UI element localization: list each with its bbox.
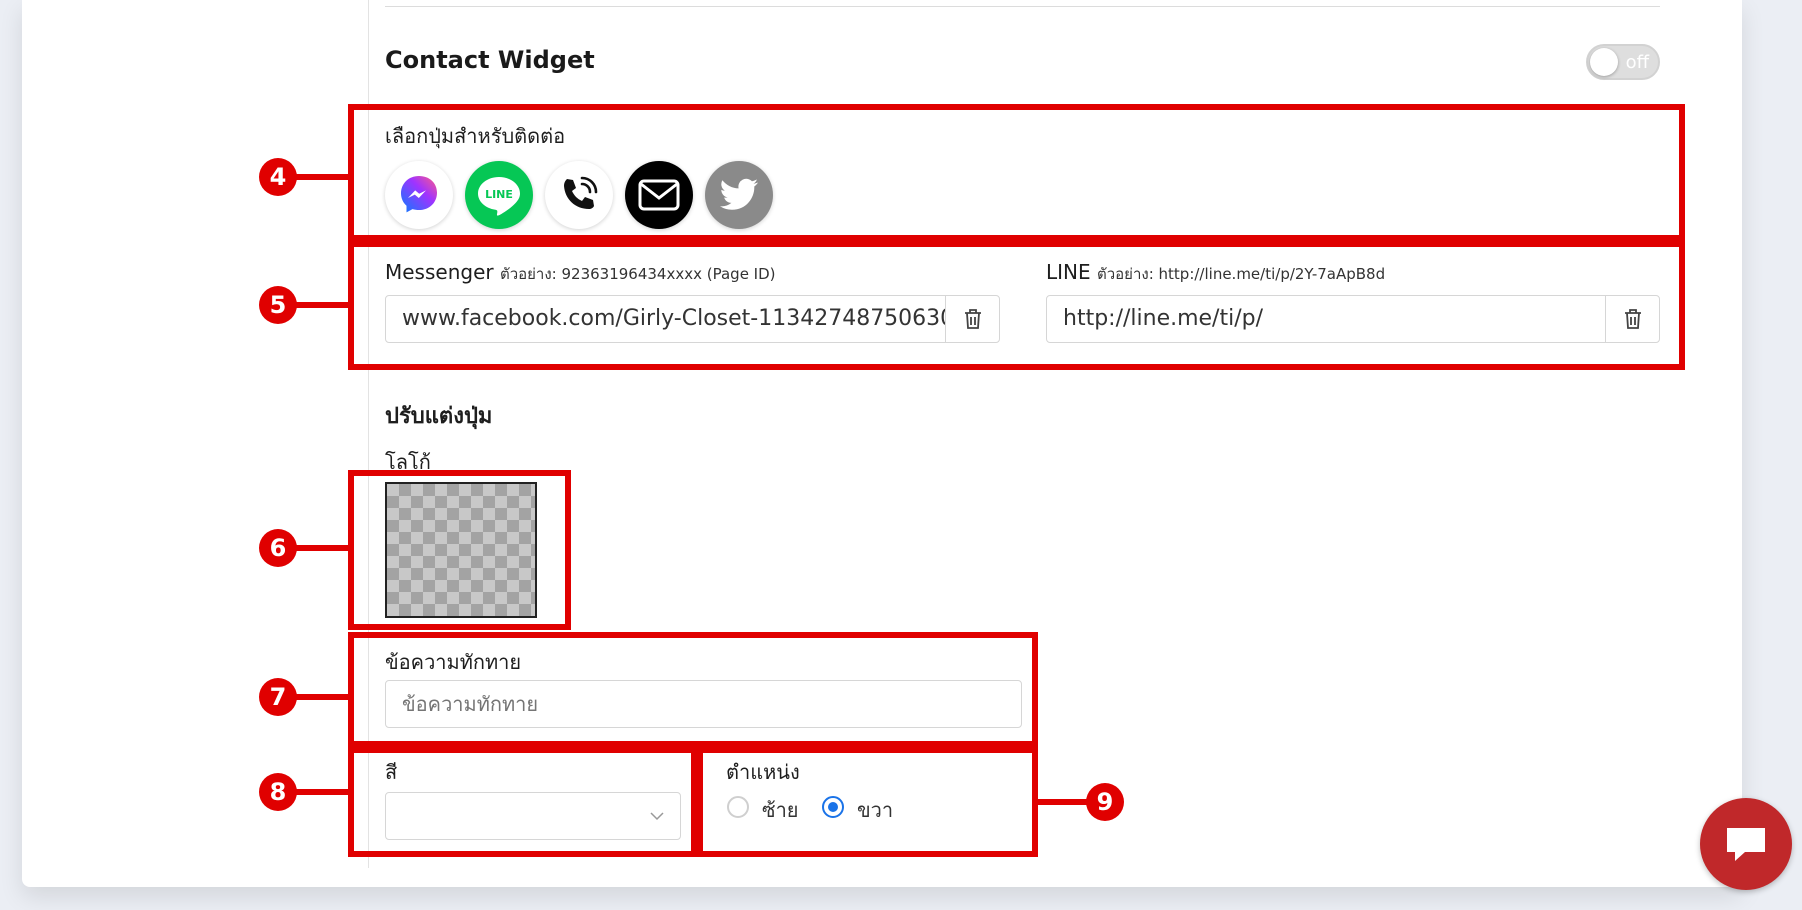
annotation-line-8: [292, 789, 350, 795]
annotation-box-9: [697, 747, 1038, 857]
annotation-marker-5: 5: [259, 286, 297, 324]
annotation-line-4: [292, 174, 350, 180]
annotation-box-8: [348, 747, 697, 857]
chat-icon: [1727, 828, 1765, 861]
annotation-line-9: [1036, 799, 1088, 805]
annotation-line-6: [292, 545, 350, 551]
contact-widget-toggle[interactable]: off: [1586, 44, 1660, 80]
annotation-marker-7: 7: [259, 678, 297, 716]
annotation-box-6: [348, 470, 571, 630]
toggle-knob: [1590, 48, 1618, 76]
contact-widget-title: Contact Widget: [385, 46, 595, 74]
annotation-line-5: [292, 302, 350, 308]
annotation-marker-8: 8: [259, 773, 297, 811]
annotation-box-4: [348, 104, 1685, 241]
annotation-marker-6: 6: [259, 529, 297, 567]
section-divider: [385, 6, 1660, 7]
annotation-line-7: [292, 694, 350, 700]
annotation-marker-9: 9: [1086, 783, 1124, 821]
annotation-box-5: [348, 241, 1685, 370]
customize-title: ปรับแต่งปุ่ม: [385, 404, 493, 429]
annotation-box-7: [348, 632, 1038, 747]
toggle-state-label: off: [1625, 52, 1649, 73]
annotation-marker-4: 4: [259, 158, 297, 196]
chat-widget-button[interactable]: [1700, 798, 1792, 890]
